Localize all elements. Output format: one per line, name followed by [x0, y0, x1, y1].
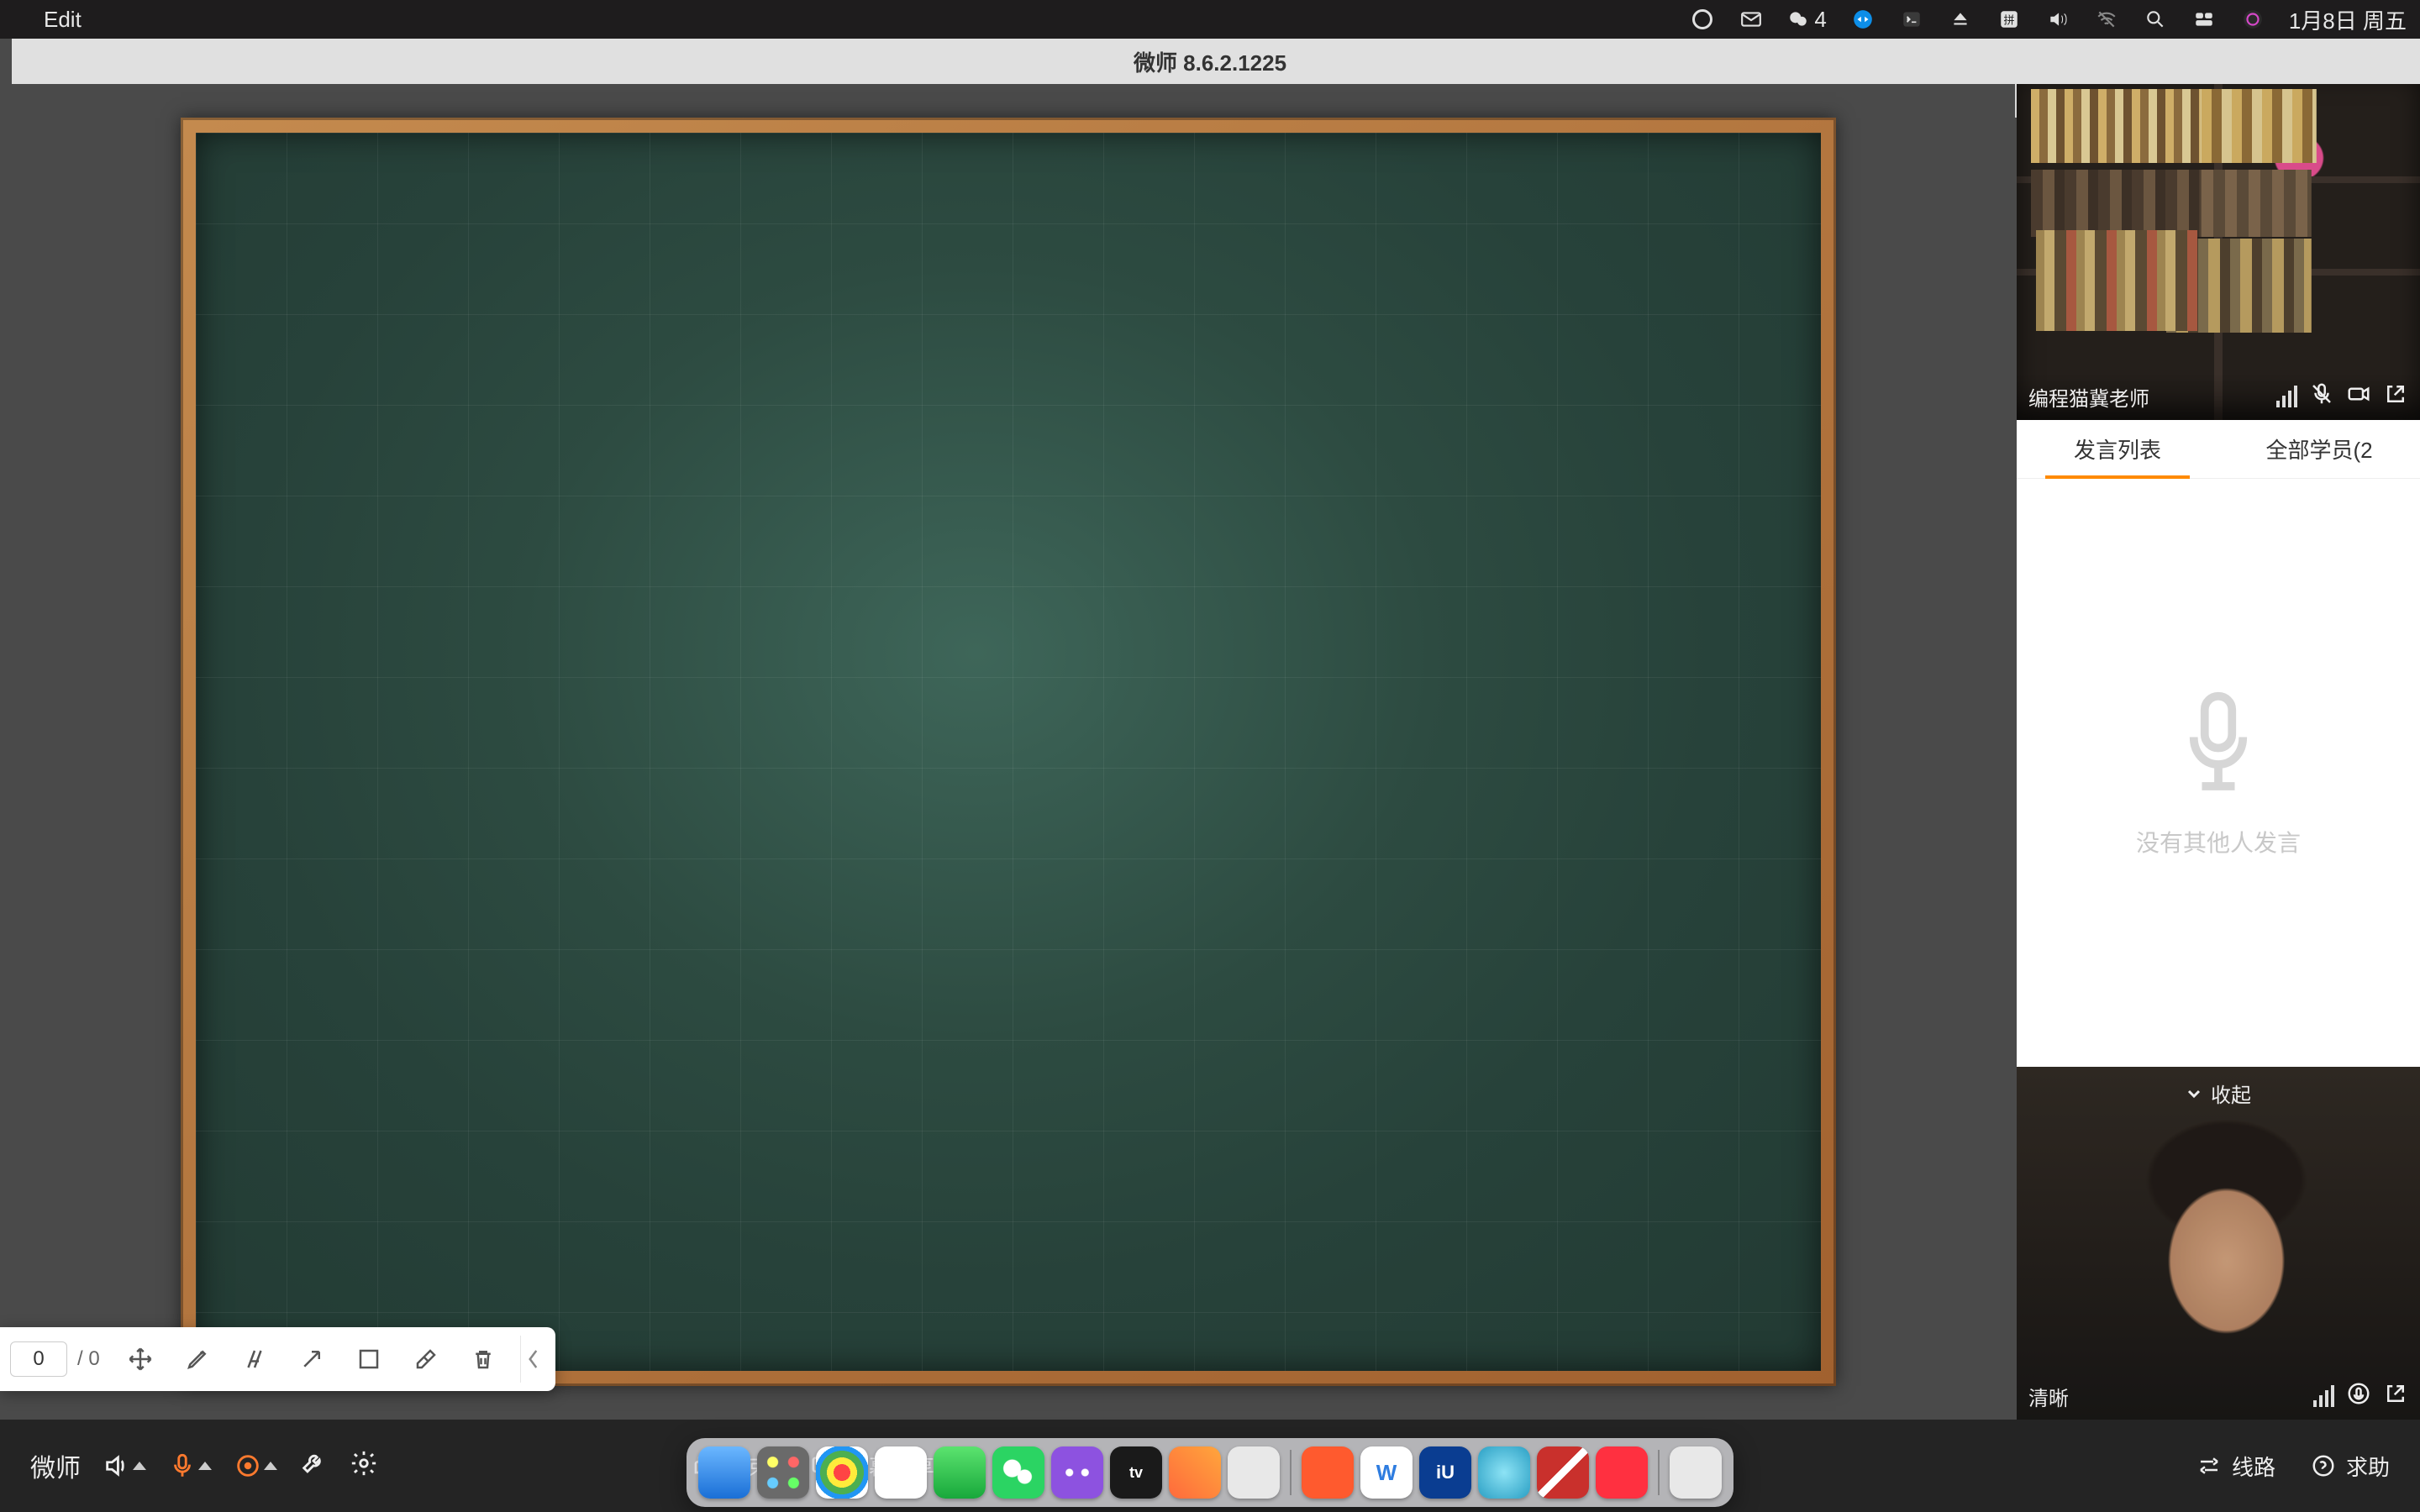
- tools-button[interactable]: [299, 1449, 328, 1483]
- app-titlebar: 微师 8.6.2.1225: [0, 39, 2420, 84]
- dock-separator: [1290, 1450, 1292, 1495]
- dock-app[interactable]: tv: [1110, 1446, 1162, 1499]
- dock-trash[interactable]: [1670, 1446, 1722, 1499]
- arrow-tool[interactable]: [288, 1336, 335, 1383]
- chalkboard-grid: [196, 133, 1821, 1371]
- dock-app[interactable]: [992, 1446, 1044, 1499]
- svg-text:拼: 拼: [2003, 13, 2014, 26]
- control-center-icon[interactable]: [2191, 7, 2217, 32]
- self-mic-icon[interactable]: [2346, 1381, 2371, 1412]
- macos-menubar: Edit 4 拼 1月8日 周五: [0, 0, 2420, 39]
- self-video[interactable]: 收起 清晰: [2017, 1067, 2420, 1420]
- teamviewer-icon[interactable]: [1850, 7, 1876, 32]
- panel-tabs: 发言列表 全部学员(2: [2017, 420, 2420, 479]
- stop-icon[interactable]: [1690, 7, 1715, 32]
- eject-icon[interactable]: [1948, 7, 1973, 32]
- dock-app[interactable]: [1478, 1446, 1530, 1499]
- menu-edit[interactable]: Edit: [44, 7, 82, 33]
- eraser-tool[interactable]: [402, 1336, 450, 1383]
- right-panel: 编程猫冀老师 发言列表 全部学员(2 没有其他人发言 收起: [2017, 84, 2420, 1420]
- dock-app[interactable]: [934, 1446, 986, 1499]
- dock-app[interactable]: [1228, 1446, 1280, 1499]
- dock-app[interactable]: [1302, 1446, 1354, 1499]
- menubar-datetime[interactable]: 1月8日 周五: [2289, 4, 2407, 35]
- page-total: / 0: [77, 1347, 100, 1371]
- self-signal-icon: [2313, 1385, 2334, 1407]
- teacher-video[interactable]: 编程猫冀老师: [2017, 84, 2420, 420]
- speaker-list-empty: 没有其他人发言: [2017, 479, 2420, 1067]
- chalkboard-frame: [181, 118, 1836, 1386]
- dock-app[interactable]: [1169, 1446, 1221, 1499]
- signal-icon: [2276, 386, 2297, 407]
- wechat-status[interactable]: 4: [1787, 7, 1826, 33]
- self-popout-icon[interactable]: [2383, 1381, 2408, 1412]
- speaker-control[interactable]: [103, 1452, 146, 1480]
- page-input[interactable]: [10, 1341, 67, 1377]
- settings-button[interactable]: [350, 1449, 378, 1483]
- input-method-icon[interactable]: 拼: [1996, 7, 2022, 32]
- canvas-area: / 0: [0, 84, 2017, 1420]
- volume-icon[interactable]: [2045, 7, 2070, 32]
- app-title: 微师 8.6.2.1225: [1134, 46, 1286, 77]
- move-tool[interactable]: [117, 1336, 164, 1383]
- tab-all-students[interactable]: 全部学员(2: [2218, 420, 2420, 478]
- dock-app[interactable]: [816, 1446, 868, 1499]
- dock-app[interactable]: [1537, 1446, 1589, 1499]
- video-background: [2017, 84, 2420, 420]
- empty-speaker-text: 没有其他人发言: [2136, 825, 2301, 858]
- dock-app[interactable]: [1051, 1446, 1103, 1499]
- pen-tool[interactable]: [174, 1336, 221, 1383]
- mail-icon[interactable]: [1739, 7, 1764, 32]
- terminal-icon[interactable]: [1899, 7, 1924, 32]
- dock-app[interactable]: iU: [1419, 1446, 1471, 1499]
- toolbar-collapse[interactable]: [520, 1336, 545, 1383]
- macos-dock[interactable]: tv W iU: [687, 1438, 1733, 1507]
- dock-app[interactable]: [1596, 1446, 1648, 1499]
- spotlight-icon[interactable]: [2143, 7, 2168, 32]
- siri-icon[interactable]: [2240, 7, 2265, 32]
- dock-app[interactable]: [757, 1446, 809, 1499]
- camera-control[interactable]: [234, 1452, 277, 1480]
- dock-separator: [1658, 1450, 1660, 1495]
- teacher-name: 编程猫冀老师: [2028, 382, 2149, 412]
- menubar-status-area: 4 拼 1月8日 周五: [1690, 4, 2407, 35]
- collapse-self-video[interactable]: 收起: [2186, 1079, 2251, 1108]
- self-video-person: [2017, 1067, 2420, 1420]
- shape-tool[interactable]: [345, 1336, 392, 1383]
- dock-app[interactable]: [875, 1446, 927, 1499]
- delete-tool[interactable]: [460, 1336, 507, 1383]
- mic-muted-icon[interactable]: [2309, 381, 2334, 412]
- tab-speaker-list[interactable]: 发言列表: [2017, 420, 2218, 478]
- route-button[interactable]: 线路: [2196, 1451, 2275, 1482]
- popout-icon[interactable]: [2383, 381, 2408, 412]
- help-button[interactable]: 求助: [2311, 1451, 2390, 1482]
- dock-app[interactable]: W: [1360, 1446, 1413, 1499]
- mic-idle-icon: [2172, 688, 2265, 801]
- wechat-count: 4: [1814, 7, 1826, 33]
- floating-toolbar: / 0: [0, 1327, 555, 1391]
- bottom-app-label: 微师: [30, 1447, 81, 1484]
- wifi-off-icon[interactable]: [2094, 7, 2119, 32]
- dock-app[interactable]: [698, 1446, 750, 1499]
- camera-icon[interactable]: [2346, 381, 2371, 412]
- mic-control[interactable]: [168, 1452, 212, 1480]
- video-quality[interactable]: 清晰: [2028, 1382, 2069, 1411]
- text-tool[interactable]: [231, 1336, 278, 1383]
- chalkboard[interactable]: [196, 133, 1821, 1371]
